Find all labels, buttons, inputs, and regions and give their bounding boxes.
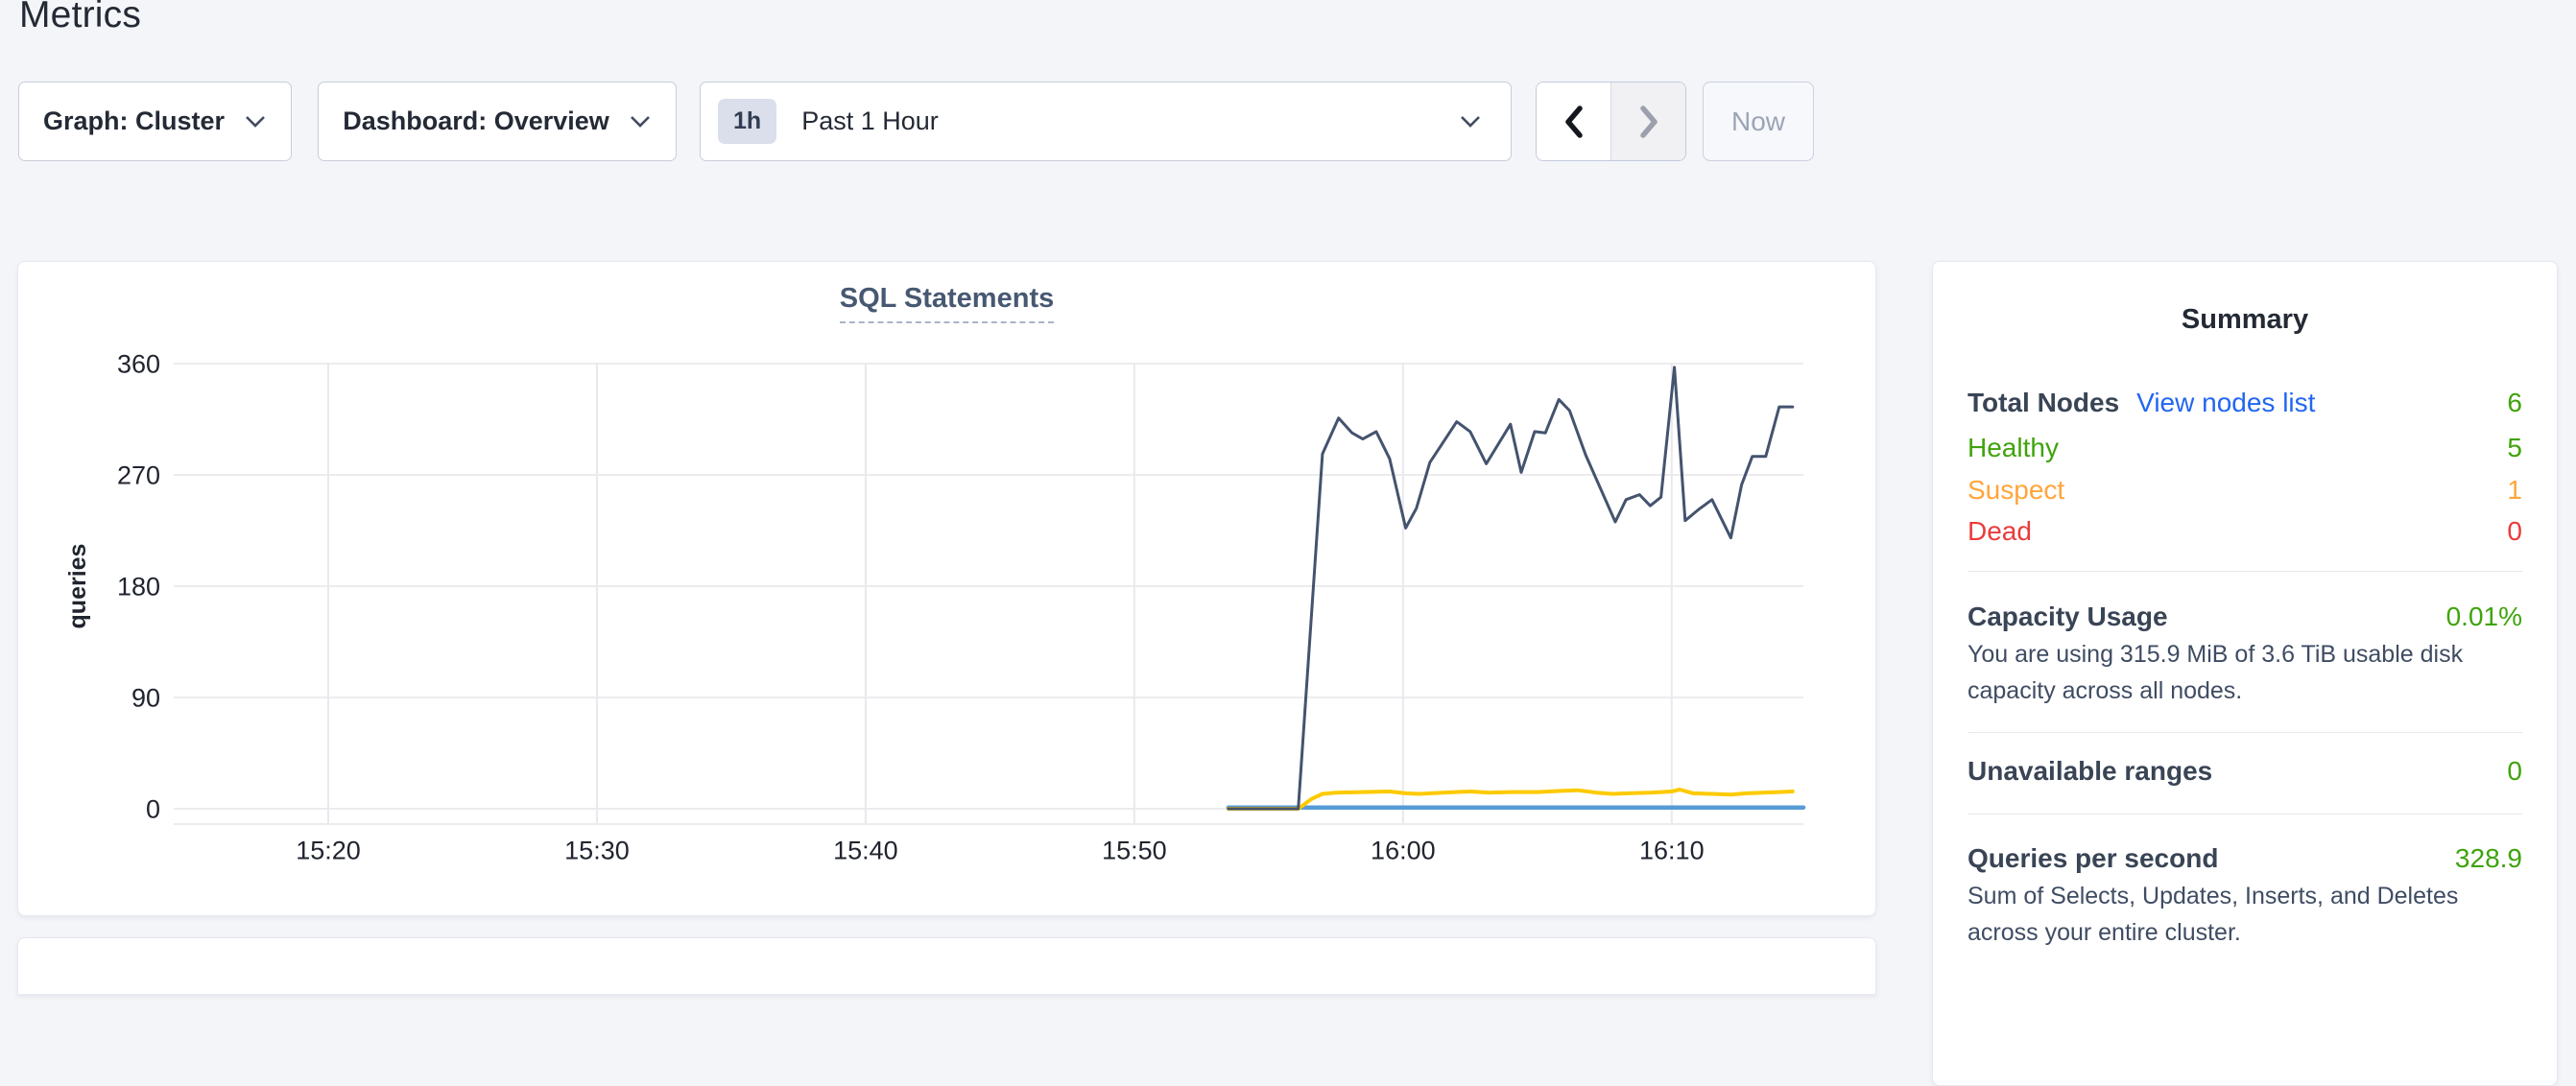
chart-card: SQL Statements 09018027036015:2015:3015:… <box>17 261 1876 916</box>
total-nodes-row: Total Nodes View nodes list 6 <box>1968 382 2522 424</box>
time-range-selector[interactable]: 1h Past 1 Hour <box>700 82 1512 161</box>
queries-per-second-label: Queries per second <box>1968 843 2218 874</box>
capacity-usage-value: 0.01% <box>2446 602 2522 632</box>
prev-time-button[interactable] <box>1537 83 1610 160</box>
queries-per-second-row: Queries per second 328.9 <box>1968 838 2522 880</box>
summary-panel: Summary Total Nodes View nodes list 6 He… <box>1932 261 2558 1086</box>
chevron-down-icon <box>244 114 267 129</box>
divider <box>1968 732 2522 733</box>
dead-nodes-row: Dead 0 <box>1968 510 2522 553</box>
suspect-nodes-row: Suspect 1 <box>1968 469 2522 511</box>
queries-per-second-description: Sum of Selects, Updates, Inserts, and De… <box>1968 878 2522 951</box>
svg-text:180: 180 <box>117 572 160 601</box>
now-button[interactable]: Now <box>1703 82 1814 161</box>
graph-dropdown[interactable]: Graph: Cluster <box>18 82 292 161</box>
chevron-right-icon <box>1637 105 1660 139</box>
view-nodes-list-link[interactable]: View nodes list <box>2136 388 2315 418</box>
summary-title: Summary <box>1933 304 2557 336</box>
svg-text:360: 360 <box>117 349 160 378</box>
svg-text:15:50: 15:50 <box>1102 836 1167 864</box>
capacity-usage-description: You are using 315.9 MiB of 3.6 TiB usabl… <box>1968 636 2522 709</box>
total-nodes-value: 6 <box>2507 388 2522 418</box>
time-range-badge: 1h <box>718 99 776 144</box>
time-range-label: Past 1 Hour <box>801 106 1434 136</box>
chevron-down-icon <box>629 114 652 129</box>
svg-text:15:40: 15:40 <box>833 836 898 864</box>
unavailable-ranges-row: Unavailable ranges 0 <box>1968 750 2522 792</box>
svg-text:16:10: 16:10 <box>1639 836 1705 864</box>
divider <box>1968 571 2522 572</box>
metrics-page: Metrics Graph: Cluster Dashboard: Overvi… <box>0 0 2576 950</box>
total-nodes-label: Total Nodes <box>1968 388 2119 418</box>
svg-text:queries: queries <box>64 544 91 629</box>
svg-text:16:00: 16:00 <box>1371 836 1436 864</box>
sql-statements-chart[interactable]: 0 90 180 270 360 15:20 15:30 15:40 15:50 16:00 16:… <box>18 262 1877 917</box>
dead-nodes-label: Dead <box>1968 516 2032 547</box>
dead-nodes-value: 0 <box>2507 516 2522 547</box>
healthy-nodes-value: 5 <box>2507 433 2522 463</box>
chevron-left-icon <box>1562 105 1586 139</box>
unavailable-ranges-value: 0 <box>2507 756 2522 787</box>
svg-text:0: 0 <box>146 794 160 823</box>
capacity-usage-label: Capacity Usage <box>1968 602 2168 632</box>
svg-text:270: 270 <box>117 460 160 489</box>
toolbar: Graph: Cluster Dashboard: Overview 1h Pa… <box>0 0 2576 173</box>
next-time-button[interactable] <box>1610 83 1685 160</box>
svg-text:15:20: 15:20 <box>296 836 361 864</box>
healthy-nodes-row: Healthy 5 <box>1968 427 2522 469</box>
queries-per-second-value: 328.9 <box>2455 843 2522 874</box>
svg-text:15:30: 15:30 <box>564 836 630 864</box>
svg-text:90: 90 <box>131 683 160 712</box>
dashboard-dropdown-label: Dashboard: Overview <box>343 106 609 136</box>
next-chart-card <box>17 937 1876 995</box>
unavailable-ranges-label: Unavailable ranges <box>1968 756 2212 787</box>
chevron-down-icon <box>1459 114 1482 129</box>
capacity-usage-row: Capacity Usage 0.01% <box>1968 596 2522 638</box>
suspect-nodes-label: Suspect <box>1968 475 2064 506</box>
graph-dropdown-label: Graph: Cluster <box>43 106 225 136</box>
healthy-nodes-label: Healthy <box>1968 433 2059 463</box>
time-nav-group <box>1536 82 1686 161</box>
dashboard-dropdown[interactable]: Dashboard: Overview <box>318 82 677 161</box>
suspect-nodes-value: 1 <box>2507 475 2522 506</box>
